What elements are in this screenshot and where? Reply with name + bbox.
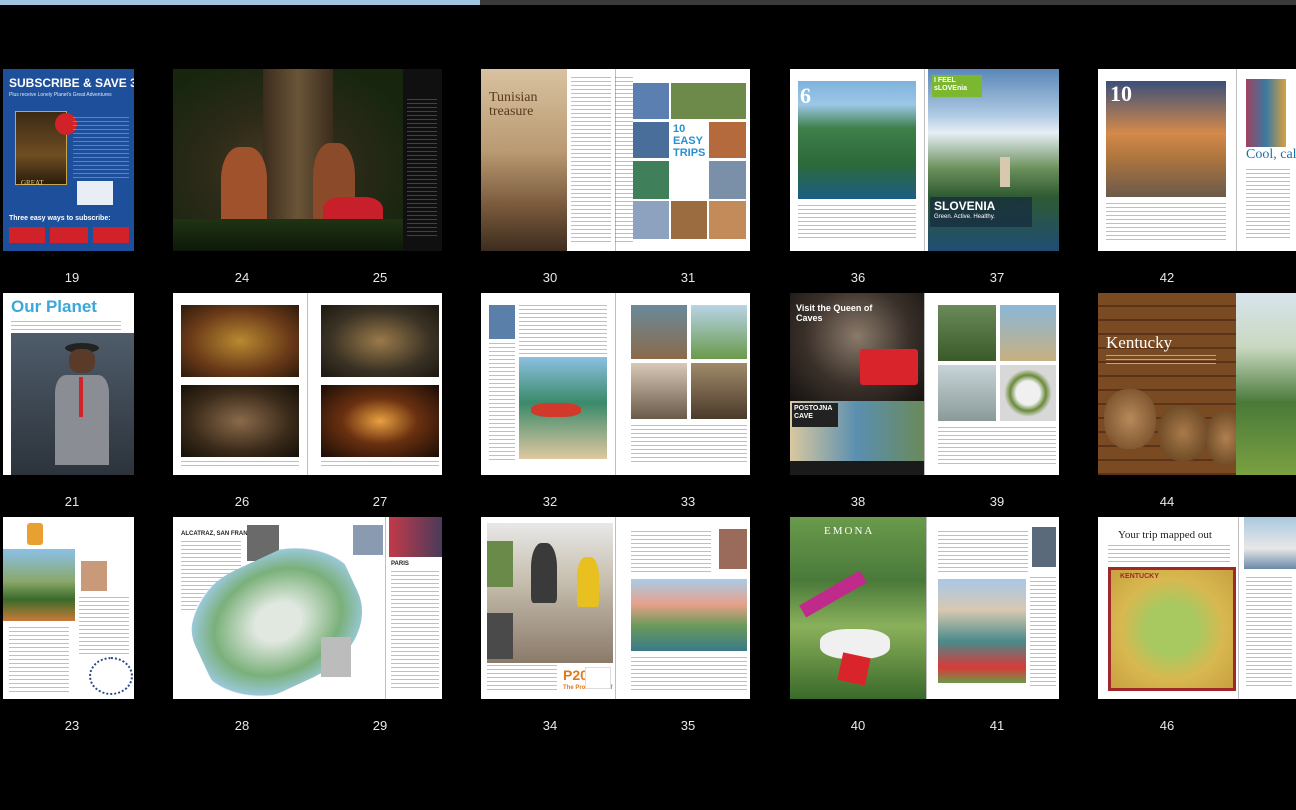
trips-title: 10 EASY TRIPS	[673, 123, 706, 159]
map-label: KENTUCKY	[1120, 573, 1159, 580]
page-number: 31	[680, 270, 696, 285]
page-number: 34	[542, 718, 558, 733]
city-title: PARIS	[391, 561, 409, 567]
thumbnail-page-23[interactable]	[3, 517, 134, 699]
page-number: 35	[680, 718, 696, 733]
page-number: 40	[850, 718, 866, 733]
page-number: 32	[542, 494, 558, 509]
page-number: 23	[64, 718, 80, 733]
article-headline: Your trip mapped out	[1118, 529, 1212, 541]
article-title: Tunisian treasure	[489, 90, 538, 119]
page-number: 30	[542, 270, 558, 285]
subscribe-subhead: Plus receive Lonely Planet's Great Adven…	[9, 92, 112, 98]
thumbnail-page-19[interactable]: SUBSCRIBE & SAVE 30% Plus receive Lonely…	[3, 69, 134, 251]
page-number: 25	[372, 270, 388, 285]
page-number: 27	[372, 494, 388, 509]
thumbnail-page-42[interactable]: 10 Cool, calm	[1098, 69, 1296, 251]
thumbnail-spread-32-33[interactable]	[481, 293, 750, 475]
slovenia-title: SLOVENIA	[934, 199, 996, 213]
page-number: 38	[850, 494, 866, 509]
page-number: 36	[850, 270, 866, 285]
thumbnail-spread-38-39[interactable]: Visit the Queen of Caves POSTOJNA CAVE	[790, 293, 1059, 475]
page-number: 19	[64, 270, 80, 285]
page-number: 41	[989, 718, 1005, 733]
article-headline: Kentucky	[1106, 333, 1173, 352]
ad-title: Visit the Queen of Caves	[796, 303, 873, 323]
subscribe-headline: SUBSCRIBE & SAVE 30%	[9, 76, 134, 90]
thumbnail-spread-36-37[interactable]: 6 I FEEL sLOVEnia SLOVENIA Green. Active…	[790, 69, 1059, 251]
page-number: 42	[1159, 270, 1175, 285]
thumbnail-spread-30-31[interactable]: Tunisian treasure 10 EASY TRIPS	[481, 69, 750, 251]
thumbnail-page-46[interactable]: Your trip mapped out KENTUCKY	[1098, 517, 1296, 699]
thumbnail-page-21[interactable]: Our Planet	[3, 293, 134, 475]
page-number: 33	[680, 494, 696, 509]
page-number: 28	[234, 718, 250, 733]
page-number: 21	[64, 494, 80, 509]
page-number: 24	[234, 270, 250, 285]
page-number: 37	[989, 270, 1005, 285]
slovenia-sub: Green. Active. Healthy.	[934, 214, 995, 220]
slovenia-tag: I FEEL sLOVEnia	[934, 77, 968, 92]
reading-progress-bar	[0, 0, 1296, 5]
thumbnail-spread-26-27[interactable]	[173, 293, 442, 475]
book-title: GREAT	[21, 179, 44, 187]
thumbnail-spread-24-25[interactable]	[173, 69, 442, 251]
thumbnail-spread-28-29[interactable]: ALCATRAZ, SAN FRANCISCO PARIS	[173, 517, 442, 699]
page-number: 44	[1159, 494, 1175, 509]
page-number: 26	[234, 494, 250, 509]
article-headline: Cool, calm	[1246, 147, 1296, 162]
reading-progress-fill	[0, 0, 480, 5]
ad-brand: POSTOJNA CAVE	[794, 405, 833, 420]
page-number: 46	[1159, 718, 1175, 733]
thumbnail-page-44[interactable]: Kentucky	[1098, 293, 1296, 475]
page-number: 39	[989, 494, 1005, 509]
subscribe-footer: Three easy ways to subscribe:	[9, 215, 111, 222]
thumbnail-spread-34-35[interactable]: P20 The Protection of	[481, 517, 750, 699]
page-number: 29	[372, 718, 388, 733]
thumbnail-spread-40-41[interactable]: EMONA	[790, 517, 1059, 699]
brand-title: EMONA	[824, 525, 875, 537]
section-title: Our Planet	[11, 297, 97, 316]
